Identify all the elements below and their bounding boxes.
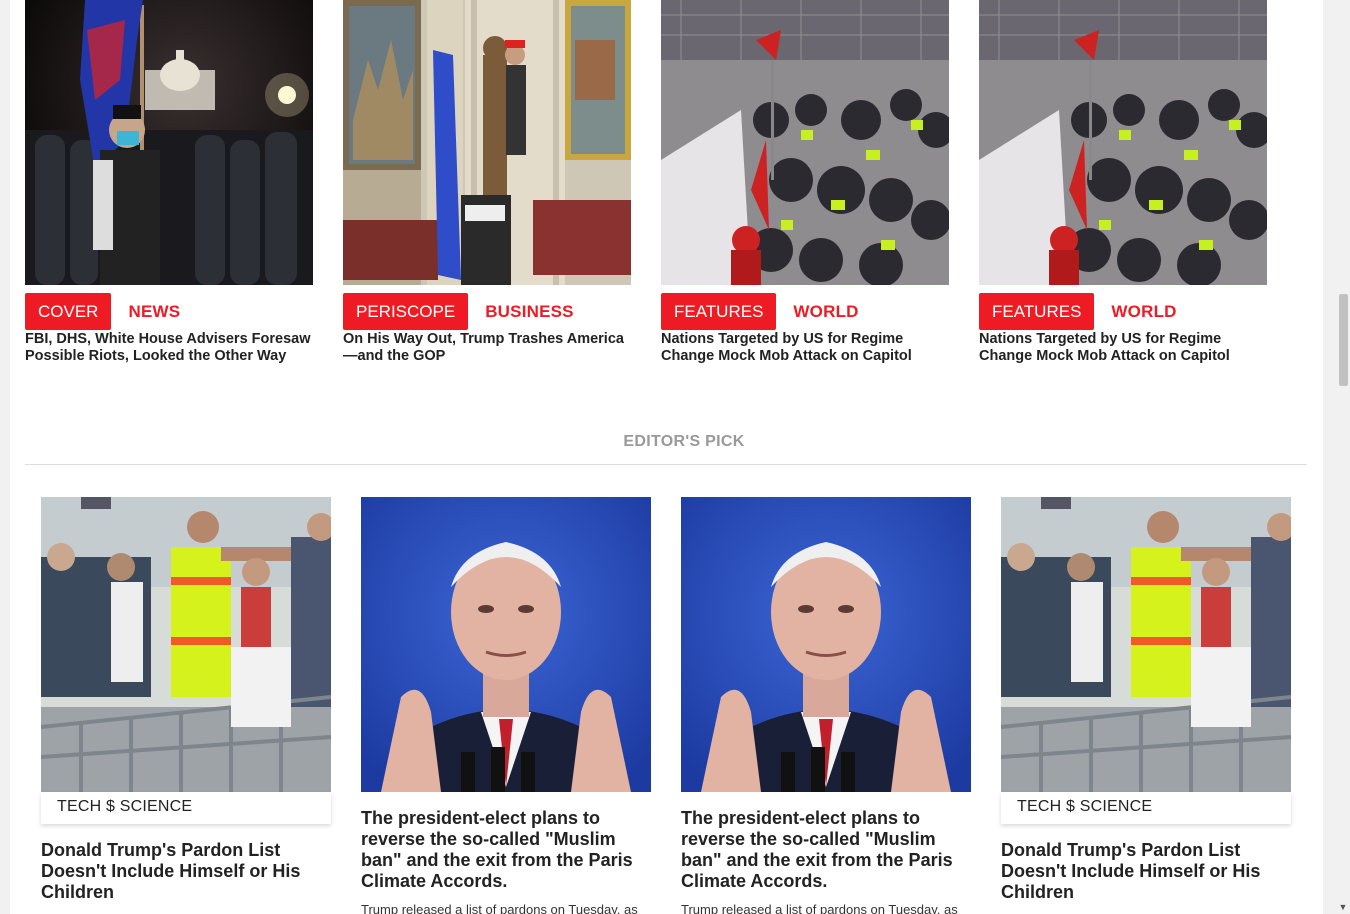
pick-excerpt-3: Trump released a list of pardons on Tues… <box>681 902 958 914</box>
section-divider <box>25 464 1307 465</box>
pick-image-4[interactable] <box>1001 497 1291 792</box>
pick-excerpt-2: Trump released a list of pardons on Tues… <box>361 902 638 914</box>
section-tag[interactable]: BUSINESS <box>485 302 574 322</box>
pick-title-1[interactable]: Donald Trump's Pardon List Doesn't Inclu… <box>41 840 331 903</box>
top-story-image-3[interactable] <box>661 0 949 285</box>
pick-title-3[interactable]: The president-elect plans to reverse the… <box>681 808 971 892</box>
scroll-down-arrow-icon[interactable]: ▼ <box>1336 900 1350 914</box>
top-story-title-2[interactable]: On His Way Out, Trump Trashes America—an… <box>343 331 638 365</box>
pick-category-4[interactable]: TECH $ SCIENCE <box>1001 792 1291 824</box>
top-story-tags-4: FEATURES WORLD <box>979 293 1177 330</box>
section-tag[interactable]: WORLD <box>793 302 858 322</box>
editors-pick-heading: EDITOR'S PICK <box>623 433 745 450</box>
scrollbar-track[interactable] <box>1336 0 1350 914</box>
top-story-title-4[interactable]: Nations Targeted by US for Regime Change… <box>979 331 1274 365</box>
top-story-card-3[interactable]: FEATURES WORLD Nations Targeted by US fo… <box>661 0 949 364</box>
pick-card-1[interactable] <box>41 497 331 792</box>
top-story-title-1[interactable]: FBI, DHS, White House Advisers Foresaw P… <box>25 331 320 365</box>
section-tag[interactable]: WORLD <box>1111 302 1176 322</box>
top-story-image-4[interactable] <box>979 0 1267 285</box>
category-tag[interactable]: FEATURES <box>661 293 777 330</box>
top-story-card-4[interactable]: FEATURES WORLD Nations Targeted by US fo… <box>979 0 1267 364</box>
page-content: COVER NEWS FBI, DHS, White House Adviser… <box>10 0 1323 914</box>
category-tag[interactable]: FEATURES <box>979 293 1095 330</box>
pick-card-4[interactable] <box>1001 497 1291 792</box>
pick-title-4[interactable]: Donald Trump's Pardon List Doesn't Inclu… <box>1001 840 1291 903</box>
pick-image-1[interactable] <box>41 497 331 792</box>
top-story-card-2[interactable]: PERISCOPE BUSINESS On His Way Out, Trump… <box>343 0 631 364</box>
top-story-tags-3: FEATURES WORLD <box>661 293 859 330</box>
pick-image-2[interactable] <box>361 497 651 792</box>
category-tag[interactable]: COVER <box>25 293 112 330</box>
top-story-tags-2: PERISCOPE BUSINESS <box>343 293 574 330</box>
top-story-tags-1: COVER NEWS <box>25 293 180 330</box>
scrollbar-thumb[interactable] <box>1339 294 1348 386</box>
top-story-image-2[interactable] <box>343 0 631 285</box>
pick-category-1[interactable]: TECH $ SCIENCE <box>41 792 331 824</box>
top-story-title-3[interactable]: Nations Targeted by US for Regime Change… <box>661 331 956 365</box>
category-tag[interactable]: PERISCOPE <box>343 293 469 330</box>
section-tag[interactable]: NEWS <box>128 302 180 322</box>
pick-image-3[interactable] <box>681 497 971 792</box>
pick-card-2[interactable] <box>361 497 651 792</box>
pick-title-2[interactable]: The president-elect plans to reverse the… <box>361 808 651 892</box>
top-story-card-1[interactable]: COVER NEWS FBI, DHS, White House Adviser… <box>25 0 313 364</box>
pick-card-3[interactable] <box>681 497 971 792</box>
top-story-image-1[interactable] <box>25 0 313 285</box>
